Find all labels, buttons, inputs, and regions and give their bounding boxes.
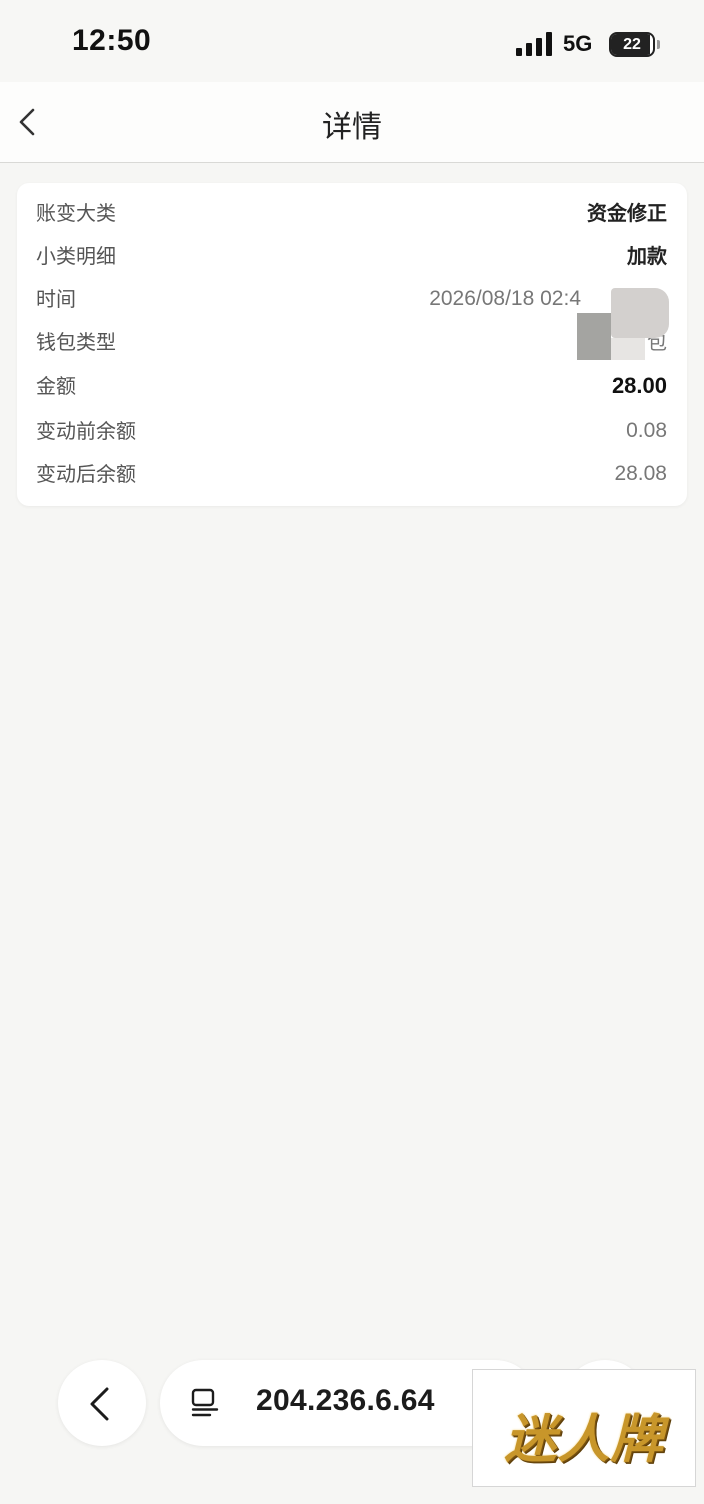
detail-row-amount: 金额 28.00 (36, 368, 667, 404)
battery-tip (657, 40, 660, 49)
network-label: 5G (563, 31, 593, 56)
detail-value: 28.00 (611, 373, 667, 398)
detail-label: 变动后余额 (36, 462, 136, 486)
battery-icon: 22 (609, 32, 655, 57)
detail-row-balance-before: 变动前余额 0.08 (36, 413, 667, 449)
detail-label: 账变大类 (36, 201, 116, 225)
detail-label: 变动前余额 (36, 419, 136, 443)
detail-row-balance-after: 变动后余额 28.08 (36, 456, 667, 492)
detail-value: 2026/08/18 02:4 (429, 287, 581, 310)
watermark-text: 迷人牌 (504, 1409, 664, 1470)
nav-header: 详情 (0, 82, 704, 163)
detail-value: 加款 (627, 244, 667, 268)
detail-card: 账变大类 资金修正 小类明细 加款 时间 2026/08/18 02:4 钱包类… (17, 183, 687, 506)
detail-row-subcategory: 小类明细 加款 (36, 238, 667, 274)
status-bar: 12:50 5G 22 (0, 0, 704, 82)
status-time: 12:50 (72, 24, 152, 57)
detail-label: 钱包类型 (36, 330, 116, 354)
page-title: 详情 (322, 110, 382, 145)
signal-icon (516, 32, 552, 56)
battery-level: 22 (623, 36, 641, 53)
page-menu-icon[interactable] (190, 1388, 220, 1418)
address-text: 204.236.6.64 (256, 1384, 435, 1417)
detail-label: 小类明细 (36, 244, 116, 268)
detail-label: 时间 (36, 287, 76, 311)
watermark-logo: 迷人牌 (472, 1369, 696, 1487)
screen: 12:50 5G 22 详情 账变大类 资金修正 小类明细 加款 时间 2026… (0, 0, 704, 1504)
chevron-left-icon (90, 1387, 109, 1421)
detail-label: 金额 (36, 374, 76, 398)
detail-row-wallet-type: 钱包类型 包 (36, 324, 667, 360)
detail-row-category: 账变大类 资金修正 (36, 195, 667, 231)
redaction-mosaic (574, 286, 670, 364)
detail-value: 28.08 (614, 462, 667, 485)
detail-value: 资金修正 (587, 201, 667, 225)
browser-back-button[interactable] (58, 1360, 146, 1446)
detail-row-time: 时间 2026/08/18 02:4 (36, 281, 667, 317)
detail-value: 0.08 (626, 419, 667, 442)
